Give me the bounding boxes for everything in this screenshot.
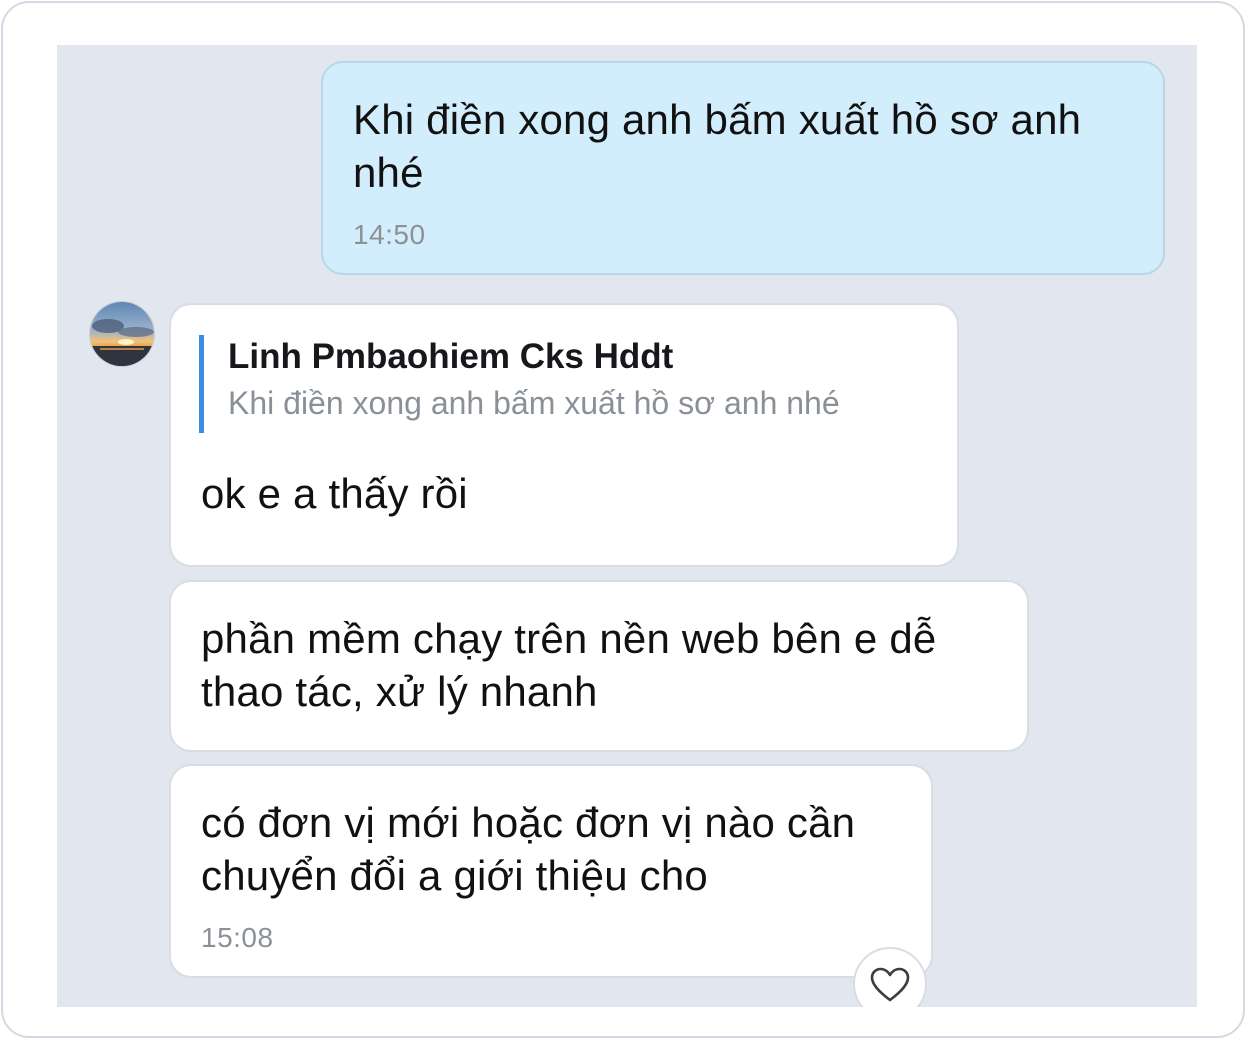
message-text: phần mềm chạy trên nền web bên e dễ thao… xyxy=(201,615,937,715)
reply-quote[interactable]: Linh Pmbaohiem Cks Hddt Khi điền xong an… xyxy=(199,335,840,433)
chat-message-list[interactable]: Khi điền xong anh bấm xuất hồ sơ anh nhé… xyxy=(57,45,1197,1007)
incoming-message-bubble[interactable]: phần mềm chạy trên nền web bên e dễ thao… xyxy=(169,580,1029,752)
reply-quote-author: Linh Pmbaohiem Cks Hddt xyxy=(228,337,674,376)
avatar[interactable] xyxy=(89,301,155,367)
screenshot-frame: Khi điền xong anh bấm xuất hồ sơ anh nhé… xyxy=(1,1,1245,1038)
incoming-message-bubble[interactable]: có đơn vị mới hoặc đơn vị nào cần chuyển… xyxy=(169,764,933,978)
incoming-message-bubble[interactable]: Linh Pmbaohiem Cks Hddt Khi điền xong an… xyxy=(169,303,959,567)
reply-quote-text: Khi điền xong anh bấm xuất hồ sơ anh nhé xyxy=(228,385,840,421)
avatar-sunset-image xyxy=(90,302,154,366)
message-timestamp: 15:08 xyxy=(201,922,274,953)
message-text: ok e a thấy rồi xyxy=(201,470,468,517)
message-text: có đơn vị mới hoặc đơn vị nào cần chuyển… xyxy=(201,799,856,899)
message-timestamp: 14:50 xyxy=(353,219,426,250)
heart-icon xyxy=(870,967,910,1002)
outgoing-message-bubble[interactable]: Khi điền xong anh bấm xuất hồ sơ anh nhé… xyxy=(321,61,1165,275)
message-text: Khi điền xong anh bấm xuất hồ sơ anh nhé xyxy=(353,96,1082,196)
